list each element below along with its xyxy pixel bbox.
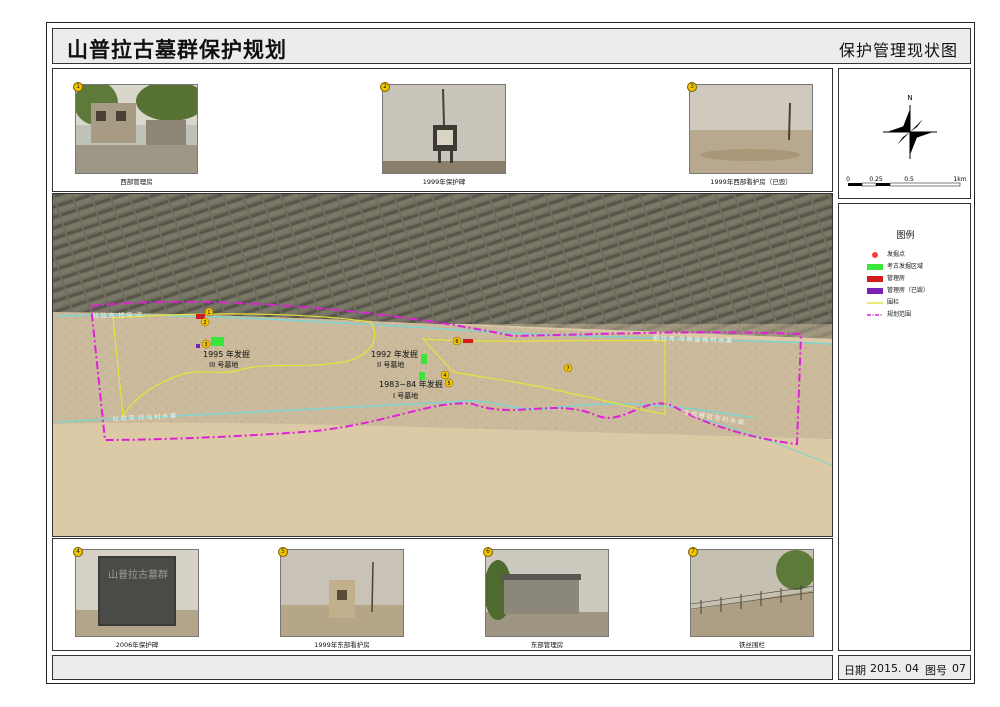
photo-caption: 铁丝围栏 bbox=[739, 641, 765, 649]
destroyed-house-swatch bbox=[866, 287, 884, 298]
photo-image bbox=[382, 84, 506, 174]
photo-number-badge: 1 bbox=[73, 82, 83, 92]
photo-caption: 2006年保护碑 bbox=[115, 641, 159, 649]
marker-3[interactable]: 3 bbox=[201, 339, 211, 349]
sheet-label: 图号 bbox=[925, 664, 947, 677]
excavation-area-1983 bbox=[419, 372, 425, 380]
svg-text:7: 7 bbox=[566, 366, 569, 372]
photo-image bbox=[280, 549, 404, 637]
svg-text:6: 6 bbox=[455, 339, 458, 345]
svg-text:3: 3 bbox=[204, 342, 207, 348]
destroyed-house bbox=[196, 344, 200, 348]
map-subtitle: 保护管理现状图 bbox=[838, 41, 958, 60]
marker-2[interactable]: 2 bbox=[200, 317, 210, 327]
photo-east-house-graphic bbox=[486, 550, 608, 636]
title-bar: 山普拉古墓群保护规划 保护管理现状图 bbox=[52, 28, 971, 64]
photo-west-house-graphic bbox=[76, 85, 197, 173]
photo-number-badge: 4 bbox=[73, 547, 83, 557]
legend-title: 图例 bbox=[896, 231, 915, 241]
photo-caption: 1999年保护碑 bbox=[422, 178, 466, 186]
management-house-east bbox=[463, 339, 473, 343]
marker-5[interactable]: 5 bbox=[444, 378, 454, 388]
svg-text:0: 0 bbox=[846, 176, 850, 183]
north-label: N bbox=[907, 94, 912, 102]
photo-number-badge: 6 bbox=[483, 547, 493, 557]
photo-number-badge: 5 bbox=[278, 547, 288, 557]
photo-strip-top: 1 西部管理房 2 1999年保护碑 3 1999年西部看护房（已毁） bbox=[52, 68, 833, 192]
photo-west-guardhouse-graphic bbox=[690, 85, 812, 173]
svg-text:4: 4 bbox=[443, 373, 446, 379]
marker-6[interactable]: 6 bbox=[452, 336, 462, 346]
marker-7[interactable]: 7 bbox=[563, 363, 573, 373]
svg-text:0.5: 0.5 bbox=[904, 176, 914, 183]
marker-1[interactable]: 1 bbox=[204, 307, 214, 317]
photo-image: 山普拉古墓群 bbox=[75, 549, 199, 637]
photo-number-badge: 3 bbox=[687, 82, 697, 92]
photo-strip-bottom: 山普拉古墓群 4 2006年保护碑 5 1999年东部看护房 6 东部管理房 7… bbox=[52, 538, 833, 651]
photo-2006-stele-graphic: 山普拉古墓群 bbox=[76, 550, 198, 636]
photo-east-guardhouse-graphic bbox=[281, 550, 403, 636]
sheet-number: 07 bbox=[952, 662, 966, 675]
excavation-point-icon bbox=[866, 251, 884, 262]
photo-image bbox=[75, 84, 198, 174]
svg-text:0.25: 0.25 bbox=[869, 176, 883, 183]
label-1983-line2: I 号墓地 bbox=[393, 391, 418, 400]
marker-4[interactable]: 4 bbox=[440, 370, 450, 380]
photo-number-badge: 2 bbox=[380, 82, 390, 92]
photo-image bbox=[485, 549, 609, 637]
svg-text:5: 5 bbox=[447, 381, 450, 387]
compass-scale-panel: N 0 0.25 0.5 1km bbox=[838, 68, 971, 199]
svg-text:1: 1 bbox=[207, 310, 210, 316]
fence-line-swatch bbox=[866, 299, 884, 310]
photo-number-badge: 7 bbox=[688, 547, 698, 557]
photo-image bbox=[690, 549, 814, 637]
photo-caption: 东部管理房 bbox=[530, 641, 564, 649]
label-1995-line1: 1995 年发掘 bbox=[203, 349, 250, 359]
date-sheet-panel: 日期 2015. 04 图号 07 bbox=[838, 655, 971, 680]
label-1992-line2: II 号墓地 bbox=[377, 360, 404, 369]
planning-boundary-swatch bbox=[866, 311, 884, 322]
satellite-map[interactable]: 1995 年发掘 III 号墓地 1992 年发掘 II 号墓地 1983~84… bbox=[52, 193, 833, 537]
label-1992-line1: 1992 年发掘 bbox=[371, 349, 418, 359]
photo-image bbox=[689, 84, 813, 174]
stele-inscription: 山普拉古墓群 bbox=[108, 568, 168, 581]
svg-text:2: 2 bbox=[203, 320, 206, 326]
excavation-area-swatch bbox=[866, 263, 884, 274]
footer-left-bar bbox=[52, 655, 833, 680]
photo-caption: 1999年西部看护房（已毁） bbox=[710, 178, 792, 186]
scale-bar: 0 0.25 0.5 1km bbox=[846, 176, 967, 187]
excavation-area-1995 bbox=[211, 337, 224, 346]
label-1983-line1: 1983~84 年发掘 bbox=[379, 379, 443, 389]
satellite-map-graphic[interactable]: 1995 年发掘 III 号墓地 1992 年发掘 II 号墓地 1983~84… bbox=[53, 194, 833, 537]
photo-caption: 1999年东部看护房 bbox=[314, 641, 370, 649]
management-house-swatch bbox=[866, 275, 884, 286]
date-label: 日期 bbox=[844, 664, 866, 677]
map-title: 山普拉古墓群保护规划 bbox=[67, 37, 287, 62]
photo-wire-fence-graphic bbox=[691, 550, 813, 636]
legend-panel: 图例 发掘点 考古发掘区域 管理房 管理房（已毁） 围栏 规划范围 bbox=[838, 203, 971, 651]
excavation-area-1992 bbox=[421, 354, 427, 364]
label-1995-line2: III 号墓地 bbox=[209, 360, 238, 369]
photo-1999-stele-graphic bbox=[383, 85, 505, 173]
photo-caption: 西部管理房 bbox=[120, 178, 153, 186]
svg-text:1km: 1km bbox=[953, 176, 966, 183]
date-value: 2015. 04 bbox=[870, 662, 919, 675]
